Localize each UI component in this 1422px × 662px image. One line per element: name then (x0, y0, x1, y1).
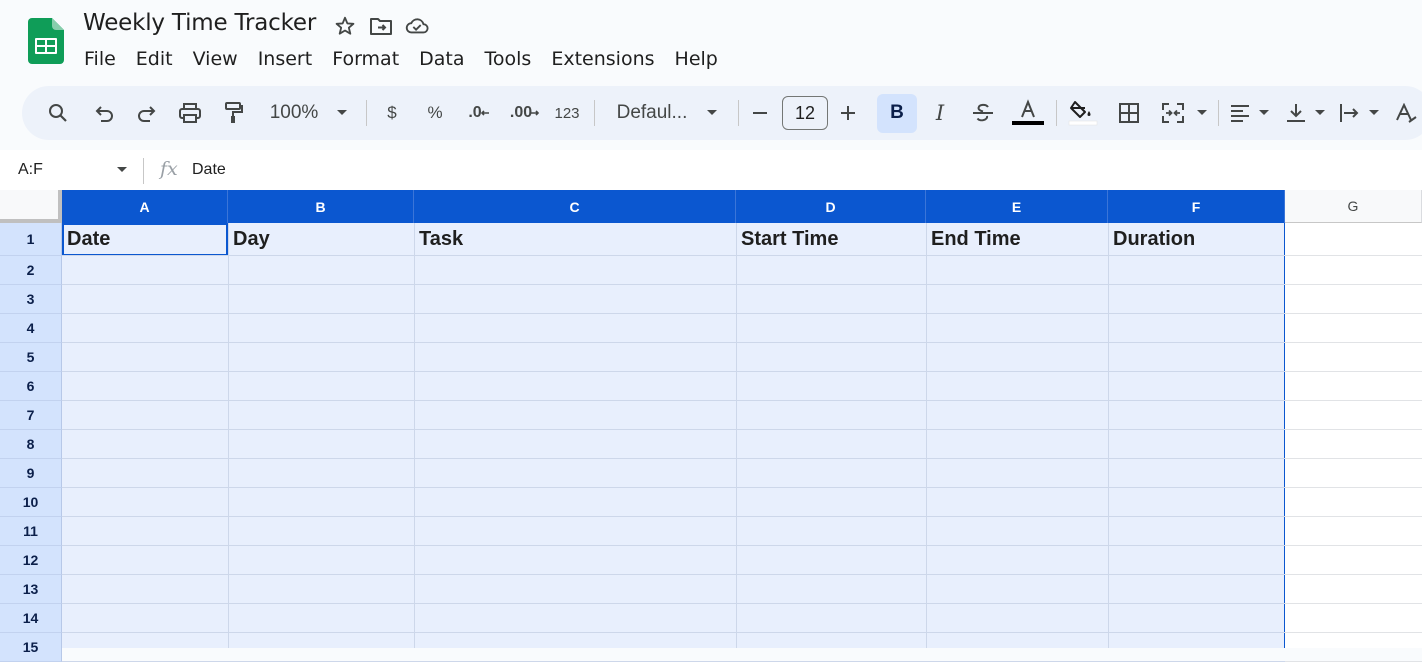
chevron-down-icon[interactable] (1256, 86, 1272, 140)
menu-data[interactable]: Data (409, 46, 474, 72)
spreadsheet-grid[interactable]: A B C D E F G Date Day Task Start Time E… (0, 190, 1422, 662)
more-formats-button[interactable]: 123 (550, 86, 584, 140)
font-size-input[interactable]: 12 (782, 96, 828, 130)
select-all-corner[interactable] (0, 190, 62, 223)
text-rotation-icon[interactable] (1392, 86, 1420, 140)
chevron-down-icon[interactable] (1194, 86, 1210, 140)
increase-font-size-icon[interactable] (838, 86, 858, 140)
chevron-down-icon[interactable] (116, 166, 128, 174)
menu-bar: File Edit View Insert Format Data Tools … (74, 46, 728, 72)
strikethrough-icon[interactable] (968, 86, 998, 140)
row-header-7[interactable]: 7 (0, 401, 62, 430)
row-header-13[interactable]: 13 (0, 575, 62, 604)
name-box[interactable]: A:F (18, 161, 43, 179)
horizontal-align-icon[interactable] (1226, 86, 1254, 140)
column-header-f[interactable]: F (1108, 190, 1285, 223)
fill-color-icon[interactable] (1066, 86, 1100, 140)
cell-e1[interactable]: End Time (926, 223, 1108, 256)
selected-range[interactable] (62, 223, 1285, 648)
cell-b1[interactable]: Day (228, 223, 414, 256)
cell-f1[interactable]: Duration (1108, 223, 1285, 256)
vertical-align-icon[interactable] (1282, 86, 1310, 140)
formula-input[interactable]: Date (192, 161, 226, 179)
redo-icon[interactable] (133, 86, 161, 140)
row-header-12[interactable]: 12 (0, 546, 62, 575)
move-folder-icon[interactable] (369, 14, 393, 38)
increase-decimal-button[interactable]: .00 (506, 86, 544, 140)
menu-edit[interactable]: Edit (126, 46, 183, 72)
chevron-down-icon[interactable] (1366, 86, 1382, 140)
zoom-select[interactable]: 100% (264, 86, 324, 140)
text-color-icon[interactable] (1010, 86, 1046, 140)
borders-icon[interactable] (1114, 86, 1144, 140)
formula-bar: A:F fx Date (0, 150, 1422, 190)
row-header-4[interactable]: 4 (0, 314, 62, 343)
chevron-down-icon[interactable] (1312, 86, 1328, 140)
function-icon: fx (160, 158, 178, 180)
document-title[interactable]: Weekly Time Tracker (83, 10, 316, 36)
menu-tools[interactable]: Tools (475, 46, 542, 72)
row-header-6[interactable]: 6 (0, 372, 62, 401)
row-header-14[interactable]: 14 (0, 604, 62, 633)
format-percent-button[interactable]: % (423, 86, 447, 140)
text-wrapping-icon[interactable] (1336, 86, 1364, 140)
column-header-e[interactable]: E (926, 190, 1108, 223)
row-header-8[interactable]: 8 (0, 430, 62, 459)
menu-help[interactable]: Help (665, 46, 728, 72)
row-header-1[interactable]: 1 (0, 223, 62, 256)
menu-format[interactable]: Format (322, 46, 409, 72)
toolbar: 100% $ % .0 .00 123 Defaul... 12 B I (22, 86, 1422, 140)
chevron-down-icon[interactable] (334, 86, 350, 140)
row-header-11[interactable]: 11 (0, 517, 62, 546)
bold-button[interactable]: B (877, 86, 917, 140)
menu-extensions[interactable]: Extensions (541, 46, 664, 72)
cloud-saved-icon[interactable] (405, 14, 429, 38)
title-bar: Weekly Time Tracker File Edit View Inser… (0, 0, 1422, 84)
menu-insert[interactable]: Insert (248, 46, 323, 72)
column-header-d[interactable]: D (736, 190, 926, 223)
column-header-c[interactable]: C (414, 190, 736, 223)
column-header-a[interactable]: A (62, 190, 228, 223)
format-currency-button[interactable]: $ (380, 86, 404, 140)
row-header-9[interactable]: 9 (0, 459, 62, 488)
menu-view[interactable]: View (183, 46, 248, 72)
row-header-10[interactable]: 10 (0, 488, 62, 517)
cell-d1[interactable]: Start Time (736, 223, 926, 256)
decrease-font-size-icon[interactable] (750, 86, 770, 140)
row-header-5[interactable]: 5 (0, 343, 62, 372)
italic-button[interactable]: I (922, 86, 958, 140)
decrease-decimal-button[interactable]: .0 (462, 86, 496, 140)
star-icon[interactable] (333, 14, 357, 38)
print-icon[interactable] (176, 86, 204, 140)
search-menus-icon[interactable] (44, 86, 72, 140)
font-family-select[interactable]: Defaul... (612, 86, 692, 140)
chevron-down-icon[interactable] (704, 86, 720, 140)
cell-c1[interactable]: Task (414, 223, 736, 256)
column-header-g[interactable]: G (1285, 190, 1422, 223)
merge-cells-icon[interactable] (1158, 86, 1188, 140)
paint-format-icon[interactable] (220, 86, 248, 140)
active-cell-cursor (62, 223, 228, 256)
google-sheets-logo-icon[interactable] (28, 18, 64, 64)
column-header-b[interactable]: B (228, 190, 414, 223)
row-header-2[interactable]: 2 (0, 256, 62, 285)
row-header-3[interactable]: 3 (0, 285, 62, 314)
menu-file[interactable]: File (74, 46, 126, 72)
undo-icon[interactable] (90, 86, 118, 140)
